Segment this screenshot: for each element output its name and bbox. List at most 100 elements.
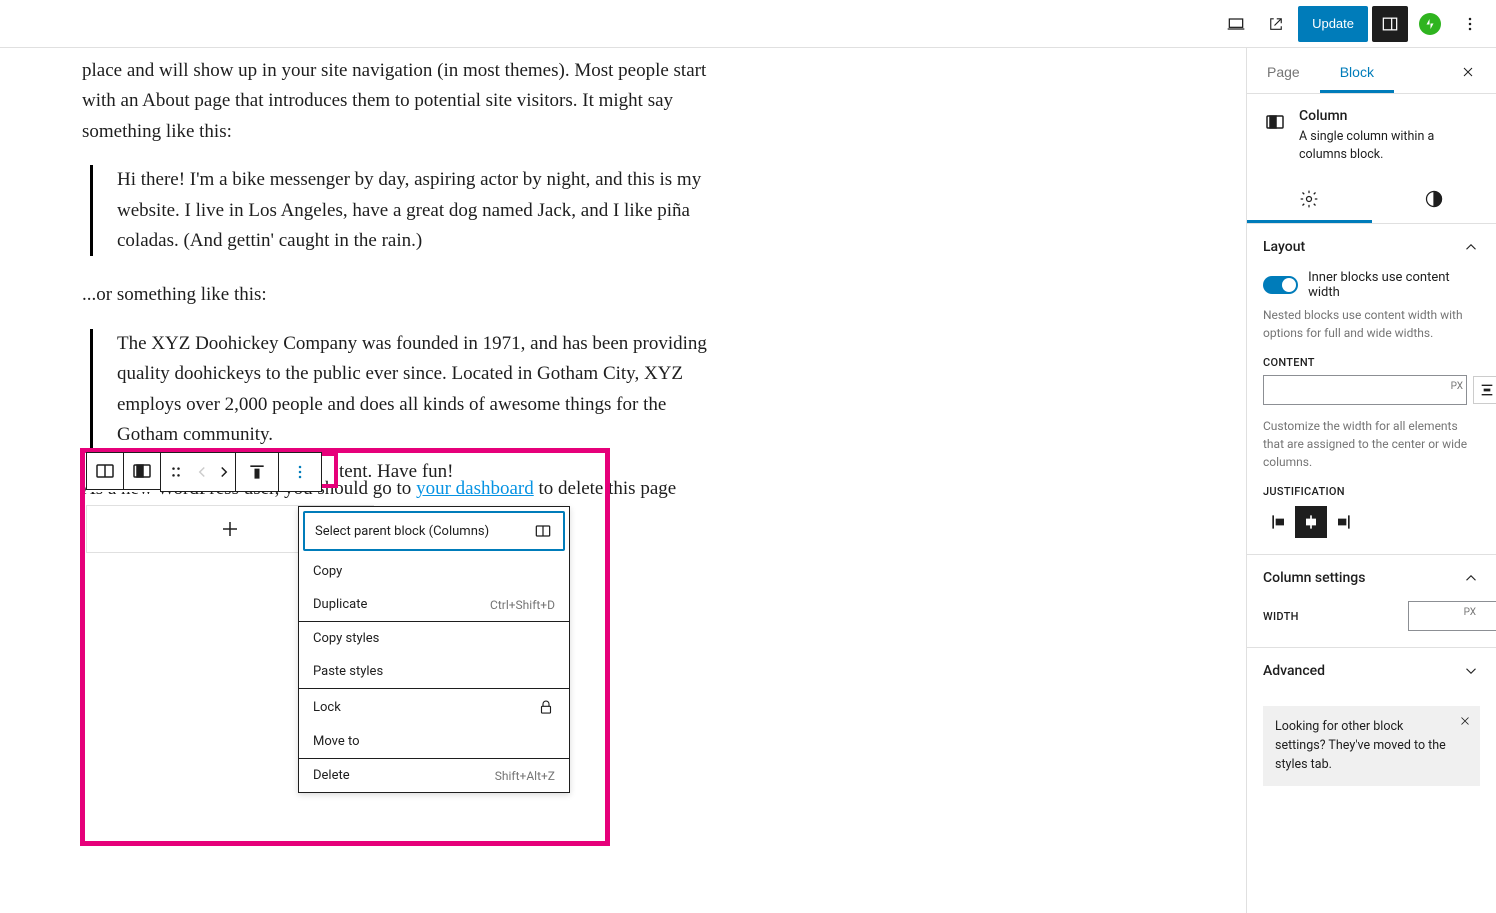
external-link-icon [1267, 15, 1285, 33]
panel-title: Advanced [1263, 663, 1325, 679]
block-options-menu: Select parent block (Columns) Copy Dupli… [298, 506, 570, 793]
panel-heading-column[interactable]: Column settings [1247, 555, 1496, 601]
shortcut: Ctrl+Shift+D [490, 598, 555, 612]
justify-left-icon [1269, 512, 1289, 532]
panel-heading-layout[interactable]: Layout [1247, 224, 1496, 270]
content-width-input[interactable] [1263, 375, 1467, 405]
chevron-up-icon [1462, 238, 1480, 256]
menu-item-select-parent[interactable]: Select parent block (Columns) [303, 511, 565, 551]
justify-right-icon [1333, 512, 1353, 532]
justify-left-button[interactable] [1263, 506, 1295, 538]
menu-item-delete[interactable]: Delete Shift+Alt+Z [299, 759, 569, 792]
close-icon [1460, 64, 1476, 80]
menu-label: Lock [313, 700, 341, 715]
block-title: Column [1299, 108, 1480, 124]
styles-moved-notice: Looking for other block settings? They'v… [1263, 706, 1480, 786]
align-center-icon [1479, 382, 1495, 398]
justify-right-button[interactable] [1327, 506, 1359, 538]
menu-item-copy-styles[interactable]: Copy styles [299, 622, 569, 655]
align-top-icon [247, 462, 267, 482]
vertical-align-button[interactable] [236, 453, 278, 491]
move-right-button[interactable] [213, 453, 235, 491]
chevron-right-icon [215, 463, 233, 481]
content-width-toggle[interactable] [1263, 276, 1298, 294]
options-button[interactable] [1452, 6, 1488, 42]
plus-icon [218, 517, 242, 541]
menu-item-move-to[interactable]: Move to [299, 725, 569, 758]
panel-layout: Layout Inner blocks use content width Ne… [1247, 224, 1496, 555]
move-left-button[interactable] [191, 453, 213, 491]
styles-icon [1424, 189, 1444, 209]
menu-label: Move to [313, 734, 360, 749]
column-icon [1263, 110, 1287, 134]
sidebar-subtabs [1247, 177, 1496, 224]
menu-item-lock[interactable]: Lock [299, 689, 569, 725]
close-icon [1458, 714, 1472, 728]
menu-item-paste-styles[interactable]: Paste styles [299, 655, 569, 688]
chevron-left-icon [193, 463, 211, 481]
column-width-input[interactable] [1408, 601, 1496, 631]
sidebar-icon [1380, 14, 1400, 34]
paragraph-tail: tent. Have fun! [339, 461, 453, 483]
gear-icon [1299, 189, 1319, 209]
more-vertical-icon [1460, 14, 1480, 34]
block-info: Column A single column within a columns … [1247, 94, 1496, 177]
unit: PX [1464, 607, 1476, 618]
preview-button[interactable] [1258, 6, 1294, 42]
chevron-up-icon [1462, 569, 1480, 587]
toggle-label: Inner blocks use content width [1308, 270, 1480, 300]
panel-title: Column settings [1263, 570, 1365, 586]
menu-item-duplicate[interactable]: Duplicate Ctrl+Shift+D [299, 588, 569, 621]
block-toolbar [86, 452, 322, 492]
notice-close-button[interactable] [1458, 714, 1472, 728]
unit: PX [1451, 381, 1463, 392]
jetpack-icon [1419, 13, 1441, 35]
sidebar-body: Column A single column within a columns … [1247, 94, 1496, 913]
page-content: place and will show up in your site navi… [82, 48, 722, 505]
block-options-button[interactable] [279, 453, 321, 491]
tab-block[interactable]: Block [1320, 48, 1394, 93]
content-width-label: CONTENT [1263, 356, 1496, 369]
quote-text: Hi there! I'm a bike messenger by day, a… [117, 165, 722, 256]
justification-label: JUSTIFICATION [1263, 485, 1480, 498]
view-button[interactable] [1218, 6, 1254, 42]
column-icon [130, 459, 154, 483]
subtab-styles[interactable] [1372, 177, 1496, 223]
justify-center-button[interactable] [1295, 506, 1327, 538]
close-sidebar-button[interactable] [1460, 58, 1488, 86]
select-column-button[interactable] [123, 452, 161, 490]
shortcut: Shift+Alt+Z [495, 769, 555, 783]
text: to delete this page [534, 478, 676, 499]
sidebar-toggle-button[interactable] [1372, 6, 1408, 42]
select-parent-columns-button[interactable] [86, 452, 124, 490]
quote-text: The XYZ Doohickey Company was founded in… [117, 329, 722, 451]
columns-icon [533, 521, 553, 541]
sidebar-tabs: Page Block [1247, 48, 1496, 94]
columns-icon [93, 459, 117, 483]
notice-text: Looking for other block settings? They'v… [1275, 719, 1446, 772]
panel-advanced: Advanced [1247, 648, 1496, 694]
laptop-icon [1226, 14, 1246, 34]
panel-title: Layout [1263, 239, 1305, 255]
drag-handle[interactable] [161, 453, 191, 491]
panel-column-settings: Column settings WIDTH PX [1247, 555, 1496, 648]
jetpack-button[interactable] [1412, 6, 1448, 42]
quote-block[interactable]: The XYZ Doohickey Company was founded in… [90, 329, 722, 451]
add-block-button[interactable] [218, 517, 242, 541]
content-align-button[interactable] [1473, 376, 1496, 404]
subtab-settings[interactable] [1247, 177, 1372, 223]
panel-heading-advanced[interactable]: Advanced [1247, 648, 1496, 694]
editor-topbar: Update [0, 0, 1496, 48]
customize-help: Customize the width for all elements tha… [1263, 417, 1480, 471]
menu-label: Duplicate [313, 597, 367, 612]
justify-center-icon [1301, 512, 1321, 532]
tab-page[interactable]: Page [1247, 48, 1320, 93]
update-button[interactable]: Update [1298, 6, 1368, 42]
chevron-down-icon [1462, 662, 1480, 680]
menu-item-copy[interactable]: Copy [299, 555, 569, 588]
menu-label: Copy styles [313, 631, 379, 646]
paragraph[interactable]: ...or something like this: [82, 280, 722, 310]
paragraph[interactable]: place and will show up in your site navi… [82, 56, 722, 147]
quote-block[interactable]: Hi there! I'm a bike messenger by day, a… [90, 165, 722, 256]
menu-label: Delete [313, 768, 350, 783]
